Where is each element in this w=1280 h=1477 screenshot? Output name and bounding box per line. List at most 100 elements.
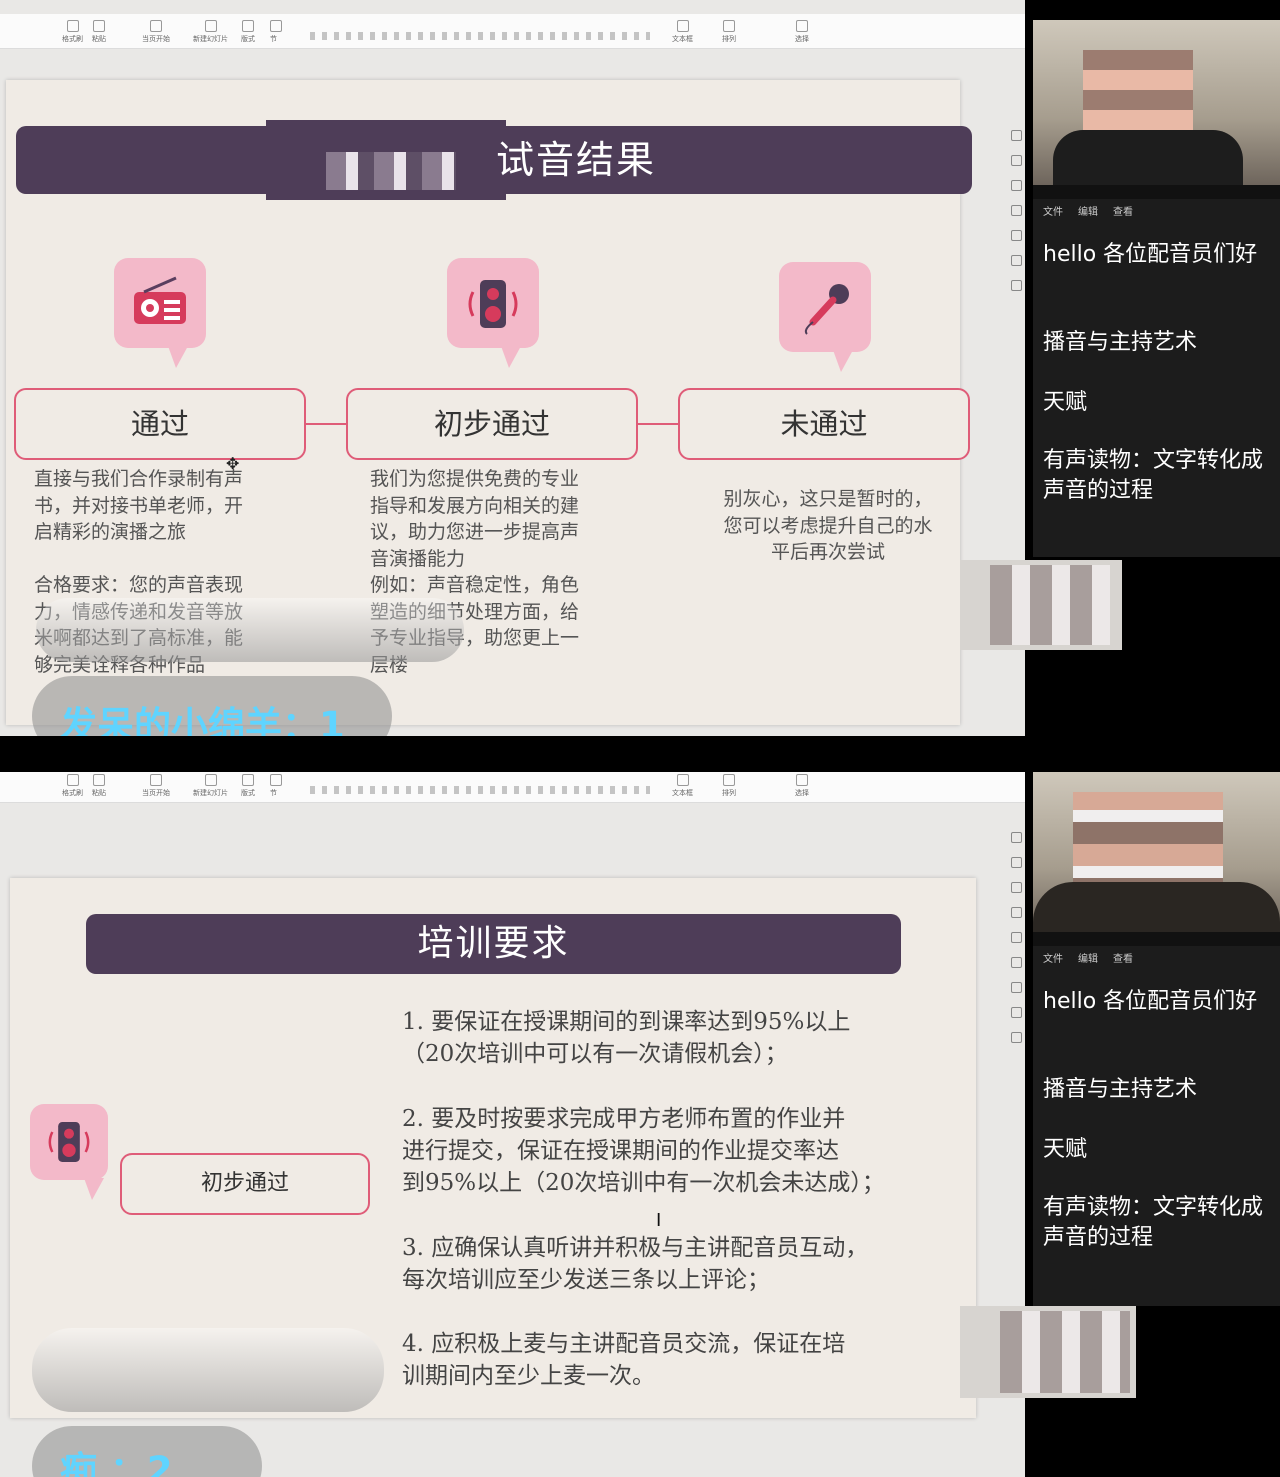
ribbon-label: 选择 xyxy=(795,789,809,797)
star-icon[interactable] xyxy=(1010,882,1022,893)
font-format-controls[interactable] xyxy=(310,32,650,40)
font-format-controls[interactable] xyxy=(310,786,650,794)
slide-title: 试音结果 xyxy=(496,138,657,182)
from-current-button[interactable]: 当页开始 xyxy=(142,774,170,798)
ribbon-label: 排列 xyxy=(722,789,736,797)
ribbon-label: 文本框 xyxy=(672,789,693,797)
notes-window: 文件 编辑 查看 hello 各位配音员们好 播音与主持艺术 天赋 有声读物：文… xyxy=(1033,185,1280,557)
note-line: 有声读物：文字转化成 声音的过程 xyxy=(1043,448,1264,503)
star-icon[interactable] xyxy=(1010,180,1022,191)
image-icon[interactable] xyxy=(1010,957,1022,968)
chat-bubble-faded xyxy=(36,598,464,662)
notes-menu: 文件 编辑 查看 xyxy=(1033,950,1280,966)
animation-icon[interactable] xyxy=(1010,932,1022,943)
result-label: 通过 xyxy=(130,407,189,441)
participant-camera xyxy=(960,560,1122,650)
help-icon[interactable] xyxy=(1010,255,1022,266)
animation-icon[interactable] xyxy=(1010,230,1022,241)
paste-button[interactable]: 粘贴 xyxy=(92,20,106,44)
chat-message: 痴 ：2 xyxy=(60,1449,173,1477)
image-icon[interactable] xyxy=(1010,205,1022,216)
menu-view[interactable]: 查看 xyxy=(1113,203,1133,218)
help-icon[interactable] xyxy=(1010,1007,1022,1018)
censor-mosaic xyxy=(326,152,456,190)
person-shirt xyxy=(1033,882,1280,932)
more-icon[interactable] xyxy=(1010,1032,1022,1043)
censor-mosaic xyxy=(1000,1311,1130,1393)
from-current-button[interactable]: 当页开始 xyxy=(142,20,170,44)
slide-title: 培训要求 xyxy=(417,923,570,964)
side-toolbar xyxy=(1008,832,1024,1057)
result-box-fail: 未通过 xyxy=(678,388,970,460)
ribbon-label: 节 xyxy=(270,789,277,797)
requirement-item: 1. 要保证在授课期间的到课率达到95%以上 （20次培训中可以有一次请假机会）… xyxy=(402,1009,851,1067)
badge-preliminary-pass: 初步通过 xyxy=(120,1153,370,1215)
notes-titlebar xyxy=(1033,932,1280,946)
note-line: hello 各位配音员们好 xyxy=(1043,242,1258,267)
screen-capture-1: 格式刷 粘贴 当页开始 新建幻灯片 版式 节 文本框 排列 选择 试音结果 通过… xyxy=(0,0,1280,736)
mouse-cursor-icon: ✥ xyxy=(226,454,240,473)
ribbon-label: 粘贴 xyxy=(92,35,106,43)
result-desc-fail: 别灰心，这只是暂时的， 您可以考虑提升自己的水 平后再次尝试 xyxy=(723,488,933,563)
microphone-icon xyxy=(779,262,871,352)
ribbon-label: 当页开始 xyxy=(142,35,170,43)
chat-bubble: 痴 ：2 xyxy=(32,1426,262,1477)
result-box-preliminary: 初步通过 xyxy=(346,388,638,460)
shape-icon[interactable] xyxy=(1010,155,1022,166)
menu-file[interactable]: 文件 xyxy=(1043,950,1063,965)
result-box-pass: 通过 xyxy=(14,388,306,460)
ribbon-label: 当页开始 xyxy=(142,789,170,797)
censor-mosaic xyxy=(990,565,1110,645)
notes-window: 文件 编辑 查看 hello 各位配音员们好 播音与主持艺术 天赋 有声读物：文… xyxy=(1033,932,1280,1306)
textbox-button[interactable]: 文本框 xyxy=(672,20,693,44)
layout-button[interactable]: 版式 xyxy=(241,774,255,798)
webcam-feed xyxy=(1033,20,1280,185)
radio-icon xyxy=(114,258,206,348)
paste-button[interactable]: 粘贴 xyxy=(92,774,106,798)
chat-message: 发呆的小绵羊：1 xyxy=(60,704,345,736)
ribbon-toolbar: 格式刷 粘贴 当页开始 新建幻灯片 版式 节 文本框 排列 选择 xyxy=(0,772,1025,803)
copy-icon[interactable] xyxy=(1010,907,1022,918)
note-line: 播音与主持艺术 xyxy=(1043,1077,1198,1102)
badge-label: 初步通过 xyxy=(200,1171,289,1196)
side-toolbar xyxy=(1008,130,1024,305)
format-painter-button[interactable]: 格式刷 xyxy=(62,20,83,44)
select-button[interactable]: 选择 xyxy=(795,20,809,44)
layout-button[interactable]: 版式 xyxy=(241,20,255,44)
ribbon-label: 文本框 xyxy=(672,35,693,43)
ribbon-label: 版式 xyxy=(241,35,255,43)
menu-view[interactable]: 查看 xyxy=(1113,950,1133,965)
menu-edit[interactable]: 编辑 xyxy=(1078,203,1098,218)
new-slide-button[interactable]: 新建幻灯片 xyxy=(193,774,228,798)
shape-icon[interactable] xyxy=(1010,857,1022,868)
section-button[interactable]: 节 xyxy=(270,20,282,44)
menu-edit[interactable]: 编辑 xyxy=(1078,950,1098,965)
requirement-item: 4. 应积极上麦与主讲配音员交流，保证在培 训期间内至少上麦一次。 xyxy=(402,1331,846,1389)
ribbon-label: 排列 xyxy=(722,35,736,43)
ribbon-label: 版式 xyxy=(241,789,255,797)
section-button[interactable]: 节 xyxy=(270,774,282,798)
textbox-button[interactable]: 文本框 xyxy=(672,774,693,798)
copy-icon[interactable] xyxy=(1010,130,1022,141)
notes-menu: 文件 编辑 查看 xyxy=(1033,203,1280,219)
collapse-icon[interactable] xyxy=(1010,832,1022,843)
person-shirt xyxy=(1053,130,1243,185)
note-line: hello 各位配音员们好 xyxy=(1043,989,1258,1014)
result-label: 初步通过 xyxy=(433,407,550,441)
text-cursor-icon: I xyxy=(656,1210,662,1231)
menu-file[interactable]: 文件 xyxy=(1043,203,1063,218)
connector-line xyxy=(306,423,348,425)
ribbon-label: 节 xyxy=(270,35,277,43)
chart-icon[interactable] xyxy=(1010,982,1022,993)
new-slide-button[interactable]: 新建幻灯片 xyxy=(193,20,228,44)
slide-title-bar: 培训要求 xyxy=(86,914,901,974)
ribbon-label: 粘贴 xyxy=(92,789,106,797)
arrange-button[interactable]: 排列 xyxy=(722,20,736,44)
speaker-icon xyxy=(30,1104,108,1180)
arrange-button[interactable]: 排列 xyxy=(722,774,736,798)
select-button[interactable]: 选择 xyxy=(795,774,809,798)
format-painter-button[interactable]: 格式刷 xyxy=(62,774,83,798)
note-line: 有声读物：文字转化成 声音的过程 xyxy=(1043,1195,1264,1250)
more-icon[interactable] xyxy=(1010,280,1022,291)
participant-camera xyxy=(960,1306,1136,1398)
